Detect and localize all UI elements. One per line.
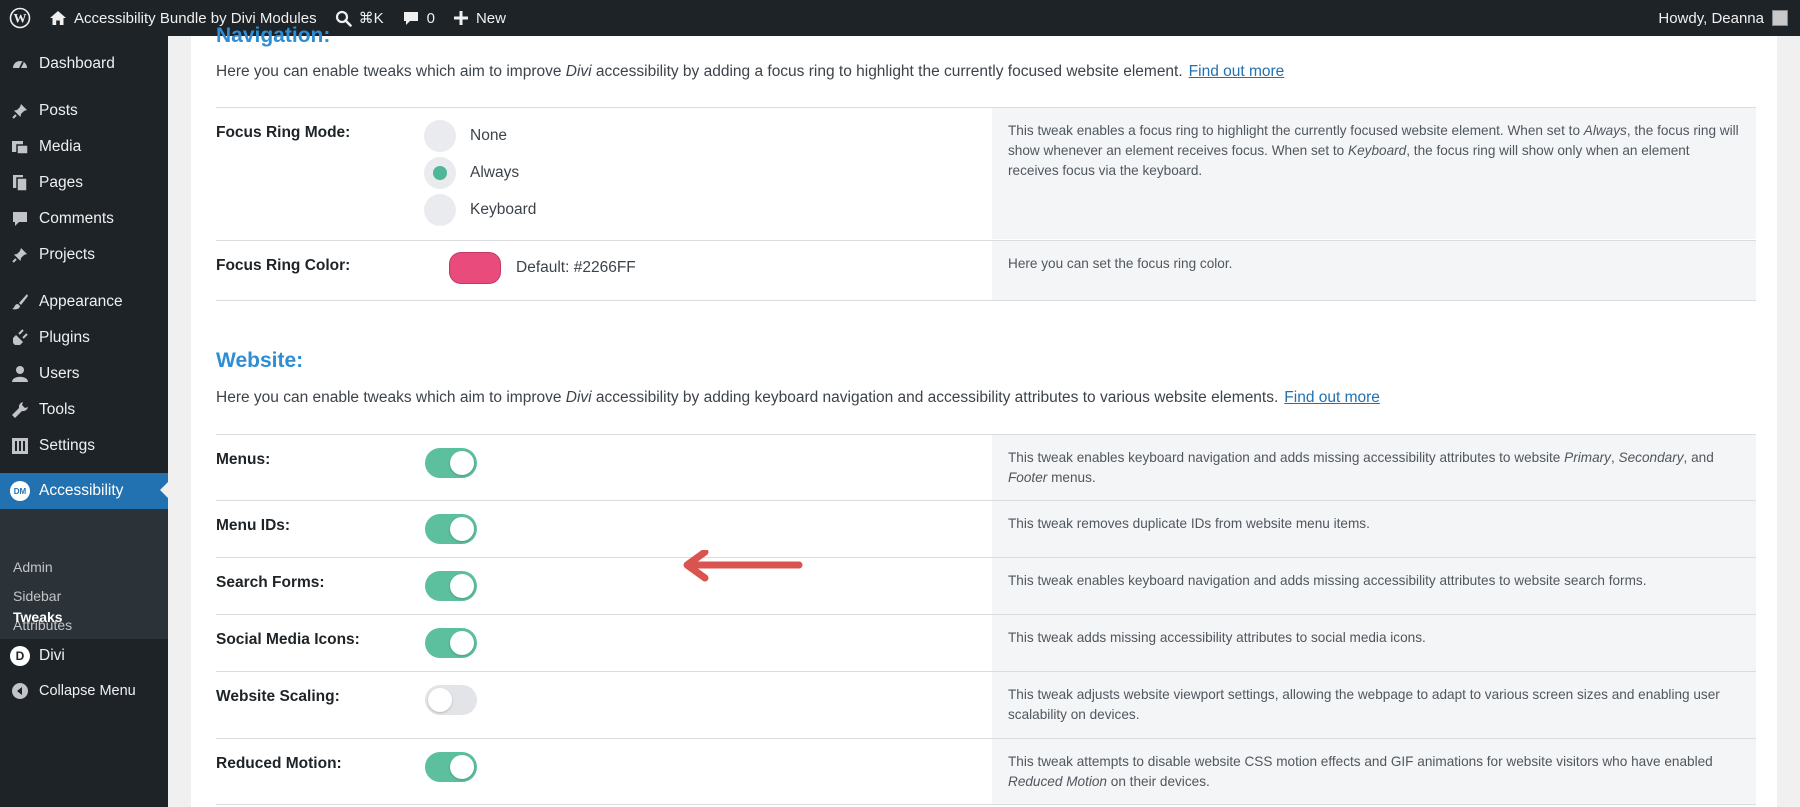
reduced-motion-row: Reduced Motion: This tweak attempts to d…: [216, 738, 1756, 804]
divider: [216, 804, 1756, 805]
submenu-item-sidebar[interactable]: Sidebar: [13, 588, 61, 604]
submenu-item-tweaks[interactable]: Tweaks: [13, 609, 63, 625]
account-menu[interactable]: Howdy, Deanna: [1649, 0, 1800, 36]
search-forms-row: Search Forms: This tweak enables keyboar…: [216, 557, 1756, 614]
focus-ring-color-swatch[interactable]: [449, 252, 501, 284]
pages-icon: [10, 173, 30, 193]
howdy-text: Howdy, Deanna: [1658, 9, 1764, 27]
search-button[interactable]: ⌘K: [326, 0, 393, 36]
search-forms-toggle[interactable]: [425, 571, 477, 601]
focus-ring-mode-label: Focus Ring Mode:: [216, 124, 351, 141]
admin-sidebar: Dashboard Posts Media Pages Comments Pro…: [0, 36, 168, 807]
sidebar-item-divi[interactable]: D Divi: [0, 639, 168, 673]
radio-always-circle[interactable]: [424, 157, 456, 189]
focus-ring-mode-help: This tweak enables a focus ring to highl…: [992, 108, 1756, 239]
navigation-section-title: Navigation:: [216, 24, 331, 47]
collapse-menu-button[interactable]: Collapse Menu: [0, 674, 168, 708]
radio-keyboard[interactable]: Keyboard: [424, 194, 536, 226]
pin-icon: [10, 245, 30, 265]
sidebar-item-projects[interactable]: Projects: [0, 238, 168, 272]
divider: [216, 300, 1756, 301]
radio-always[interactable]: Always: [424, 157, 519, 189]
menu-ids-toggle[interactable]: [425, 514, 477, 544]
sidebar-item-dashboard[interactable]: Dashboard: [0, 47, 168, 81]
new-label: New: [475, 9, 506, 27]
sidebar-item-users[interactable]: Users: [0, 357, 168, 391]
menus-toggle[interactable]: [425, 448, 477, 478]
search-icon: [335, 10, 352, 27]
focus-ring-color-row: Focus Ring Color: Default: #2266FF Here …: [216, 240, 1756, 300]
settings-panel: Navigation: Here you can enable tweaks w…: [191, 24, 1777, 807]
dashboard-icon: [10, 54, 30, 74]
annotation-arrow-icon: [683, 550, 803, 582]
media-icon: [10, 137, 30, 157]
new-content-button[interactable]: New: [444, 0, 515, 36]
website-section-title: Website:: [216, 349, 304, 372]
sidebar-item-appearance[interactable]: Appearance: [0, 285, 168, 319]
wrench-icon: [10, 400, 30, 420]
radio-selected-dot: [433, 166, 447, 180]
focus-ring-mode-row: Focus Ring Mode: None Always Keyboard Th…: [216, 107, 1756, 239]
search-shortcut: ⌘K: [358, 10, 384, 27]
sidebar-item-posts[interactable]: Posts: [0, 94, 168, 128]
comment-icon: [403, 12, 418, 25]
plug-icon: [10, 328, 30, 348]
settings-icon: [10, 436, 30, 456]
navigation-section-desc: Here you can enable tweaks which aim to …: [216, 63, 1285, 80]
svg-text:W: W: [14, 11, 27, 26]
sidebar-item-comments[interactable]: Comments: [0, 202, 168, 236]
menus-row: Menus: This tweak enables keyboard navig…: [216, 434, 1756, 500]
avatar: [1772, 10, 1788, 26]
radio-keyboard-circle[interactable]: [424, 194, 456, 226]
sidebar-item-pages[interactable]: Pages: [0, 166, 168, 200]
sidebar-item-settings[interactable]: Settings: [0, 429, 168, 463]
comment-icon: [10, 209, 30, 229]
sidebar-item-accessibility[interactable]: DM Accessibility: [0, 473, 168, 509]
focus-ring-color-label: Focus Ring Color:: [216, 257, 351, 274]
comments-count: 0: [426, 9, 435, 27]
website-scaling-toggle[interactable]: [425, 685, 477, 715]
sidebar-item-media[interactable]: Media: [0, 130, 168, 164]
divi-icon: D: [10, 646, 30, 666]
collapse-icon: [10, 681, 30, 701]
home-icon: [50, 11, 66, 25]
website-section-desc: Here you can enable tweaks which aim to …: [216, 389, 1380, 406]
focus-ring-default-text: Default: #2266FF: [516, 259, 636, 276]
social-media-icons-row: Social Media Icons: This tweak adds miss…: [216, 614, 1756, 671]
radio-none[interactable]: None: [424, 120, 507, 152]
navigation-find-out-more-link[interactable]: Find out more: [1189, 63, 1285, 80]
radio-none-circle[interactable]: [424, 120, 456, 152]
dm-badge-icon: DM: [10, 481, 30, 501]
user-icon: [10, 364, 30, 384]
reduced-motion-toggle[interactable]: [425, 752, 477, 782]
focus-ring-color-help: Here you can set the focus ring color.: [992, 241, 1756, 300]
submenu-item-admin[interactable]: Admin: [13, 559, 53, 575]
menu-ids-row: Menu IDs: This tweak removes duplicate I…: [216, 500, 1756, 557]
social-media-icons-toggle[interactable]: [425, 628, 477, 658]
sidebar-item-plugins[interactable]: Plugins: [0, 321, 168, 355]
comments-button[interactable]: 0: [393, 0, 444, 36]
website-find-out-more-link[interactable]: Find out more: [1284, 389, 1380, 406]
sidebar-item-tools[interactable]: Tools: [0, 393, 168, 427]
website-scaling-row: Website Scaling: This tweak adjusts webs…: [216, 671, 1756, 738]
pin-icon: [10, 101, 30, 121]
wordpress-icon: W: [9, 7, 31, 29]
plus-icon: [453, 11, 468, 25]
brush-icon: [10, 292, 30, 312]
wordpress-logo-button[interactable]: W: [0, 0, 40, 36]
